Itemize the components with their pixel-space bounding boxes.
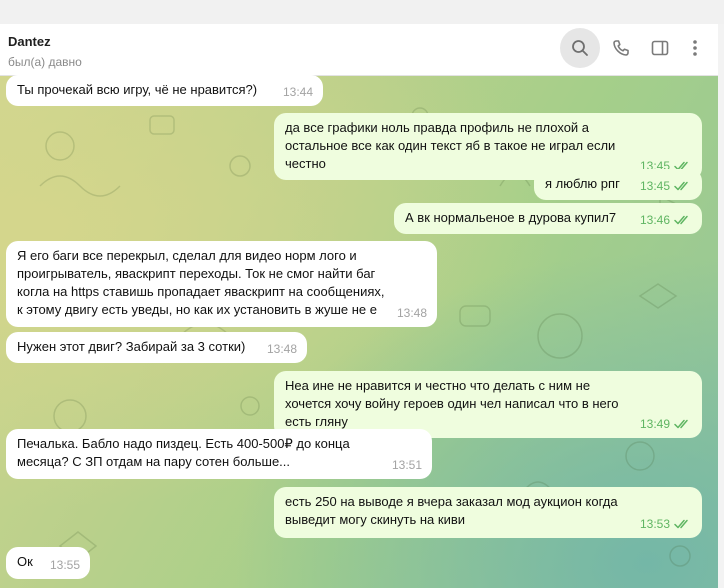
message-text: я люблю рпг (545, 176, 620, 191)
message-meta: 13:51 (392, 456, 422, 474)
message-bubble-in[interactable]: Ок 13:55 (6, 547, 90, 579)
double-check-icon (674, 519, 688, 529)
message-bubble-out[interactable]: есть 250 на выводе я вчера заказал мод а… (274, 487, 702, 538)
sidebar-toggle-button[interactable] (640, 28, 680, 68)
message-text: Ты прочекай всю игру, чё не нравится?) (17, 82, 258, 97)
search-icon (572, 40, 588, 56)
message-bubble-in[interactable]: Нужен этот двиг? Забирай за 3 сотки) 13:4… (6, 332, 307, 363)
message-text: да все графики ноль правда профиль не пл… (285, 120, 616, 171)
sidebar-icon (651, 40, 669, 56)
more-button[interactable] (675, 28, 715, 68)
message-time: 13:53 (639, 517, 670, 531)
message-meta: 13:49 (640, 415, 692, 433)
message-text: Я его баги все перекрыл, сделал для виде… (17, 248, 385, 317)
message-meta: 13:55 (50, 556, 80, 574)
window-top-strip (0, 0, 724, 24)
contact-status: был(а) давно (8, 55, 82, 69)
message-text: Неа ине не нравится и честно что делать … (285, 378, 619, 429)
message-text: Ок (17, 554, 33, 569)
message-time: 13:46 (639, 213, 670, 227)
double-check-icon (674, 181, 688, 191)
call-button[interactable] (601, 28, 641, 68)
message-meta: 13:45 (640, 177, 692, 195)
message-text: есть 250 на выводе я вчера заказал мод а… (285, 494, 618, 527)
double-check-icon (674, 215, 688, 225)
message-bubble-in[interactable]: Печалька. Бабло надо пиздец. Есть 400-50… (6, 429, 432, 479)
message-time: 13:45 (639, 179, 670, 193)
message-time: 13:48 (396, 306, 427, 320)
message-meta: 13:48 (267, 340, 297, 358)
message-meta: 13:46 (640, 211, 692, 229)
phone-icon (613, 40, 629, 56)
message-time: 13:55 (49, 558, 80, 572)
message-meta: 13:44 (283, 83, 313, 101)
message-bubble-out[interactable]: Неа ине не нравится и честно что делать … (274, 371, 702, 438)
message-bubble-in[interactable]: Я его баги все перекрыл, сделал для виде… (6, 241, 437, 327)
contact-name[interactable]: Dantez (8, 34, 51, 49)
message-bubble-in[interactable]: Ты прочекай всю игру, чё не нравится?) 13… (6, 75, 323, 106)
scrollbar[interactable] (718, 24, 724, 588)
message-bubble-out[interactable]: я люблю рпг 13:45 (534, 169, 702, 200)
message-time: 13:48 (266, 342, 297, 356)
message-text: Печалька. Бабло надо пиздец. Есть 400-50… (17, 436, 350, 469)
message-meta: 13:48 (397, 304, 427, 322)
search-button[interactable] (560, 28, 600, 68)
message-meta: 13:53 (640, 515, 692, 533)
message-bubble-out[interactable]: А вк нормальеное в дурова купил7 13:46 (394, 203, 702, 234)
message-text: Нужен этот двиг? Забирай за 3 сотки) (17, 339, 246, 354)
message-time: 13:51 (391, 458, 422, 472)
message-time: 13:49 (639, 417, 670, 431)
message-time: 13:44 (282, 85, 313, 99)
double-check-icon (674, 419, 688, 429)
message-text: А вк нормальеное в дурова купил7 (405, 210, 617, 225)
chat-header: Dantez был(а) давно (0, 24, 718, 76)
more-vertical-icon (693, 40, 697, 56)
